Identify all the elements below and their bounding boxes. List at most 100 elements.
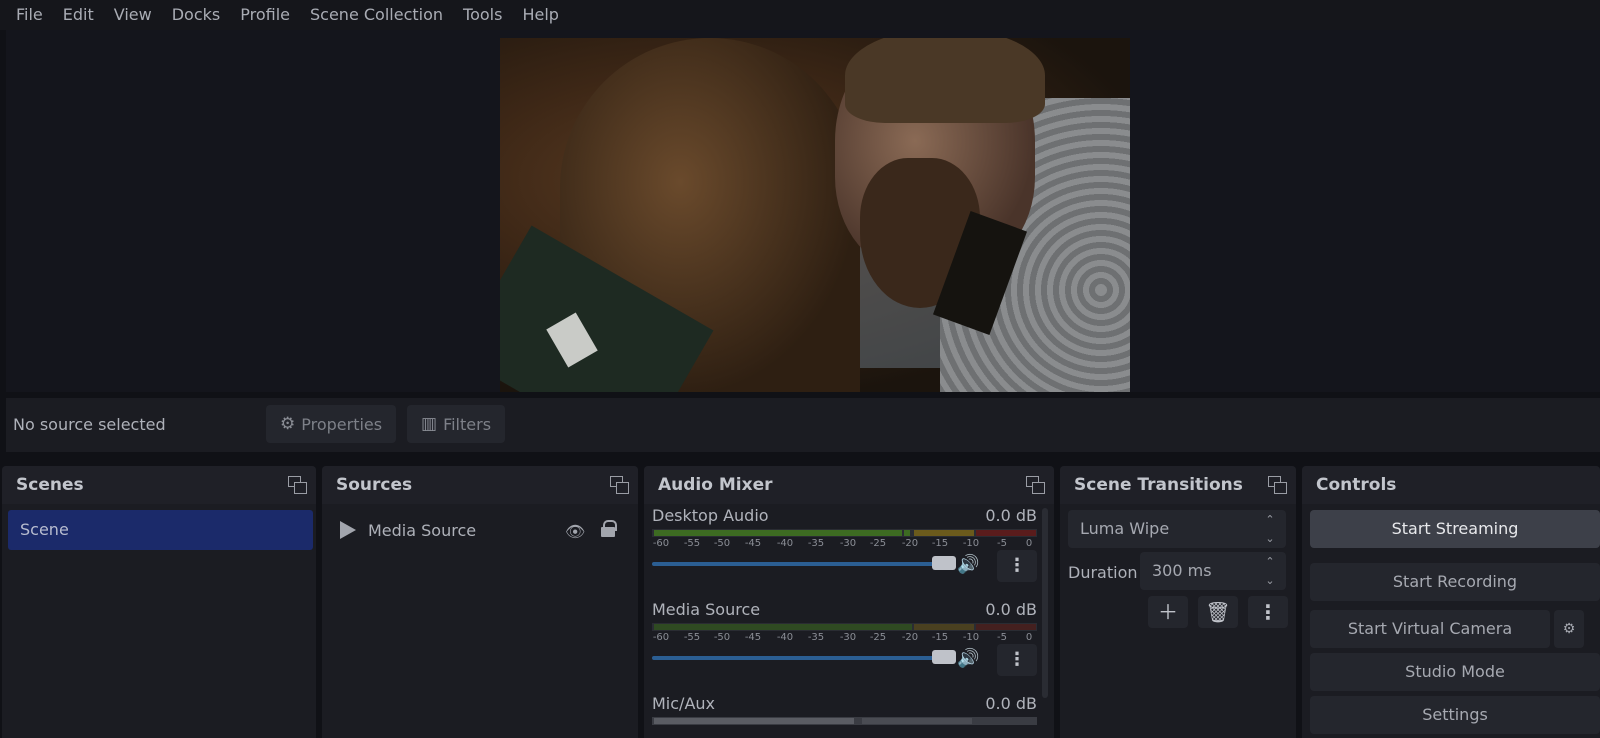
source-toolbar: No source selected ⚙ Properties ▥ Filter… bbox=[6, 398, 1600, 452]
scale-label: -60 bbox=[652, 538, 670, 549]
channel-menu-button[interactable]: ⋮ bbox=[997, 644, 1037, 676]
mixer-channel: Desktop Audio 0.0 dB -60 -55 -50 -45 -40… bbox=[652, 506, 1037, 598]
controls-dock: Controls Start Streaming Start Recording… bbox=[1302, 466, 1600, 738]
channel-db: 0.0 dB bbox=[985, 600, 1037, 619]
scale-label: -30 bbox=[839, 538, 857, 549]
meter-yellow bbox=[914, 530, 974, 536]
menu-tools[interactable]: Tools bbox=[453, 0, 512, 30]
menu-file[interactable]: File bbox=[6, 0, 53, 30]
menu-view[interactable]: View bbox=[104, 0, 162, 30]
transitions-title-text: Scene Transitions bbox=[1074, 475, 1243, 495]
menu-scene-collection[interactable]: Scene Collection bbox=[300, 0, 453, 30]
scale-label: -10 bbox=[962, 632, 980, 643]
scale-label: -35 bbox=[807, 632, 825, 643]
scene-transitions-dock: Scene Transitions Luma Wipe ⌃ ⌄ Duration … bbox=[1060, 466, 1296, 738]
scale-label: -5 bbox=[997, 538, 1007, 549]
sources-dock: Sources Media Source 👁 bbox=[322, 466, 638, 738]
transition-select[interactable]: Luma Wipe ⌃ ⌄ bbox=[1068, 510, 1286, 548]
scenes-dock: Scenes Scene bbox=[2, 466, 316, 738]
speaker-icon[interactable]: 🔊 bbox=[957, 554, 979, 575]
scale-label: -15 bbox=[931, 632, 949, 643]
filter-icon: ▥ bbox=[421, 414, 438, 434]
menu-docks[interactable]: Docks bbox=[162, 0, 231, 30]
meter-fill bbox=[654, 718, 854, 724]
undock-icon[interactable] bbox=[288, 476, 307, 494]
undock-icon[interactable] bbox=[1026, 476, 1045, 494]
settings-button[interactable]: Settings bbox=[1310, 696, 1600, 734]
menu-edit[interactable]: Edit bbox=[53, 0, 104, 30]
undock-icon[interactable] bbox=[1268, 476, 1287, 494]
volume-knob[interactable] bbox=[932, 556, 956, 570]
scale-label: -10 bbox=[962, 538, 980, 549]
meter-red bbox=[976, 624, 1036, 630]
scenes-title: Scenes bbox=[2, 466, 316, 504]
scale-label: -25 bbox=[869, 632, 887, 643]
meter-green bbox=[904, 530, 910, 536]
remove-transition-button[interactable]: 🗑 bbox=[1198, 596, 1238, 628]
scale-label: -40 bbox=[776, 538, 794, 549]
spin-arrows-icon[interactable]: ⌃ ⌄ bbox=[1260, 552, 1280, 590]
meter-fill bbox=[862, 718, 972, 724]
scale-label: -15 bbox=[931, 538, 949, 549]
add-transition-button[interactable]: ＋ bbox=[1148, 596, 1188, 628]
duration-value: 300 ms bbox=[1152, 561, 1212, 580]
trash-icon: 🗑 bbox=[1205, 600, 1231, 624]
level-meter bbox=[652, 529, 1037, 537]
scale-label: -55 bbox=[683, 632, 701, 643]
meter-red bbox=[976, 530, 1036, 536]
channel-name: Media Source bbox=[652, 600, 761, 619]
level-meter bbox=[652, 623, 1037, 631]
source-item[interactable]: Media Source 👁 bbox=[322, 510, 642, 550]
channel-name: Mic/Aux bbox=[652, 694, 715, 713]
scale-label: -50 bbox=[713, 538, 731, 549]
play-icon bbox=[340, 521, 356, 539]
scale-label: -60 bbox=[652, 632, 670, 643]
channel-db: 0.0 dB bbox=[985, 506, 1037, 525]
preview-hair bbox=[845, 38, 1045, 123]
controls-title: Controls bbox=[1302, 466, 1600, 504]
meter-green bbox=[654, 624, 912, 630]
volume-slider[interactable] bbox=[652, 562, 952, 566]
eye-icon[interactable]: 👁 bbox=[565, 522, 585, 541]
channel-db: 0.0 dB bbox=[985, 694, 1037, 713]
transitions-title: Scene Transitions bbox=[1060, 466, 1296, 504]
duration-label: Duration bbox=[1068, 563, 1138, 582]
menu-bar: File Edit View Docks Profile Scene Colle… bbox=[0, 0, 1600, 30]
volume-slider[interactable] bbox=[652, 656, 952, 660]
mixer-title-text: Audio Mixer bbox=[658, 475, 773, 495]
mixer-scrollbar[interactable] bbox=[1042, 508, 1048, 698]
volume-knob[interactable] bbox=[932, 650, 956, 664]
sources-title-text: Sources bbox=[336, 475, 413, 495]
start-virtual-camera-button[interactable]: Start Virtual Camera bbox=[1310, 610, 1550, 648]
no-source-label: No source selected bbox=[13, 415, 166, 434]
gear-icon: ⚙ bbox=[280, 414, 296, 434]
scale-label: -45 bbox=[744, 538, 762, 549]
meter-scale: -60 -55 -50 -45 -40 -35 -30 -25 -20 -15 … bbox=[652, 632, 1037, 646]
mixer-channel: Mic/Aux 0.0 dB bbox=[652, 694, 1037, 738]
virtual-camera-settings-button[interactable]: ⚙ bbox=[1554, 610, 1584, 648]
scale-label: 0 bbox=[1025, 538, 1033, 549]
scale-label: -20 bbox=[901, 632, 919, 643]
channel-name: Desktop Audio bbox=[652, 506, 769, 525]
scene-item[interactable]: Scene bbox=[8, 510, 313, 550]
start-streaming-button[interactable]: Start Streaming bbox=[1310, 510, 1600, 548]
scale-label: -20 bbox=[901, 538, 919, 549]
scale-label: -5 bbox=[997, 632, 1007, 643]
kebab-icon: ⋮ bbox=[1258, 600, 1278, 624]
undock-icon[interactable] bbox=[610, 476, 629, 494]
filters-button[interactable]: ▥ Filters bbox=[407, 405, 506, 443]
properties-button[interactable]: ⚙ Properties bbox=[266, 405, 397, 443]
meter-scale: -60 -55 -50 -45 -40 -35 -30 -25 -20 -15 … bbox=[652, 538, 1037, 552]
transition-menu-button[interactable]: ⋮ bbox=[1248, 596, 1288, 628]
duration-input[interactable]: 300 ms ⌃ ⌄ bbox=[1140, 552, 1286, 590]
channel-menu-button[interactable]: ⋮ bbox=[997, 550, 1037, 582]
start-recording-button[interactable]: Start Recording bbox=[1310, 563, 1600, 601]
controls-title-text: Controls bbox=[1316, 475, 1397, 495]
mixer-channel: Media Source 0.0 dB -60 -55 -50 -45 -40 … bbox=[652, 600, 1037, 692]
studio-mode-button[interactable]: Studio Mode bbox=[1310, 653, 1600, 691]
lock-icon[interactable] bbox=[601, 520, 617, 538]
speaker-icon[interactable]: 🔊 bbox=[957, 648, 979, 669]
menu-help[interactable]: Help bbox=[512, 0, 568, 30]
preview-video[interactable] bbox=[500, 38, 1130, 392]
menu-profile[interactable]: Profile bbox=[230, 0, 300, 30]
